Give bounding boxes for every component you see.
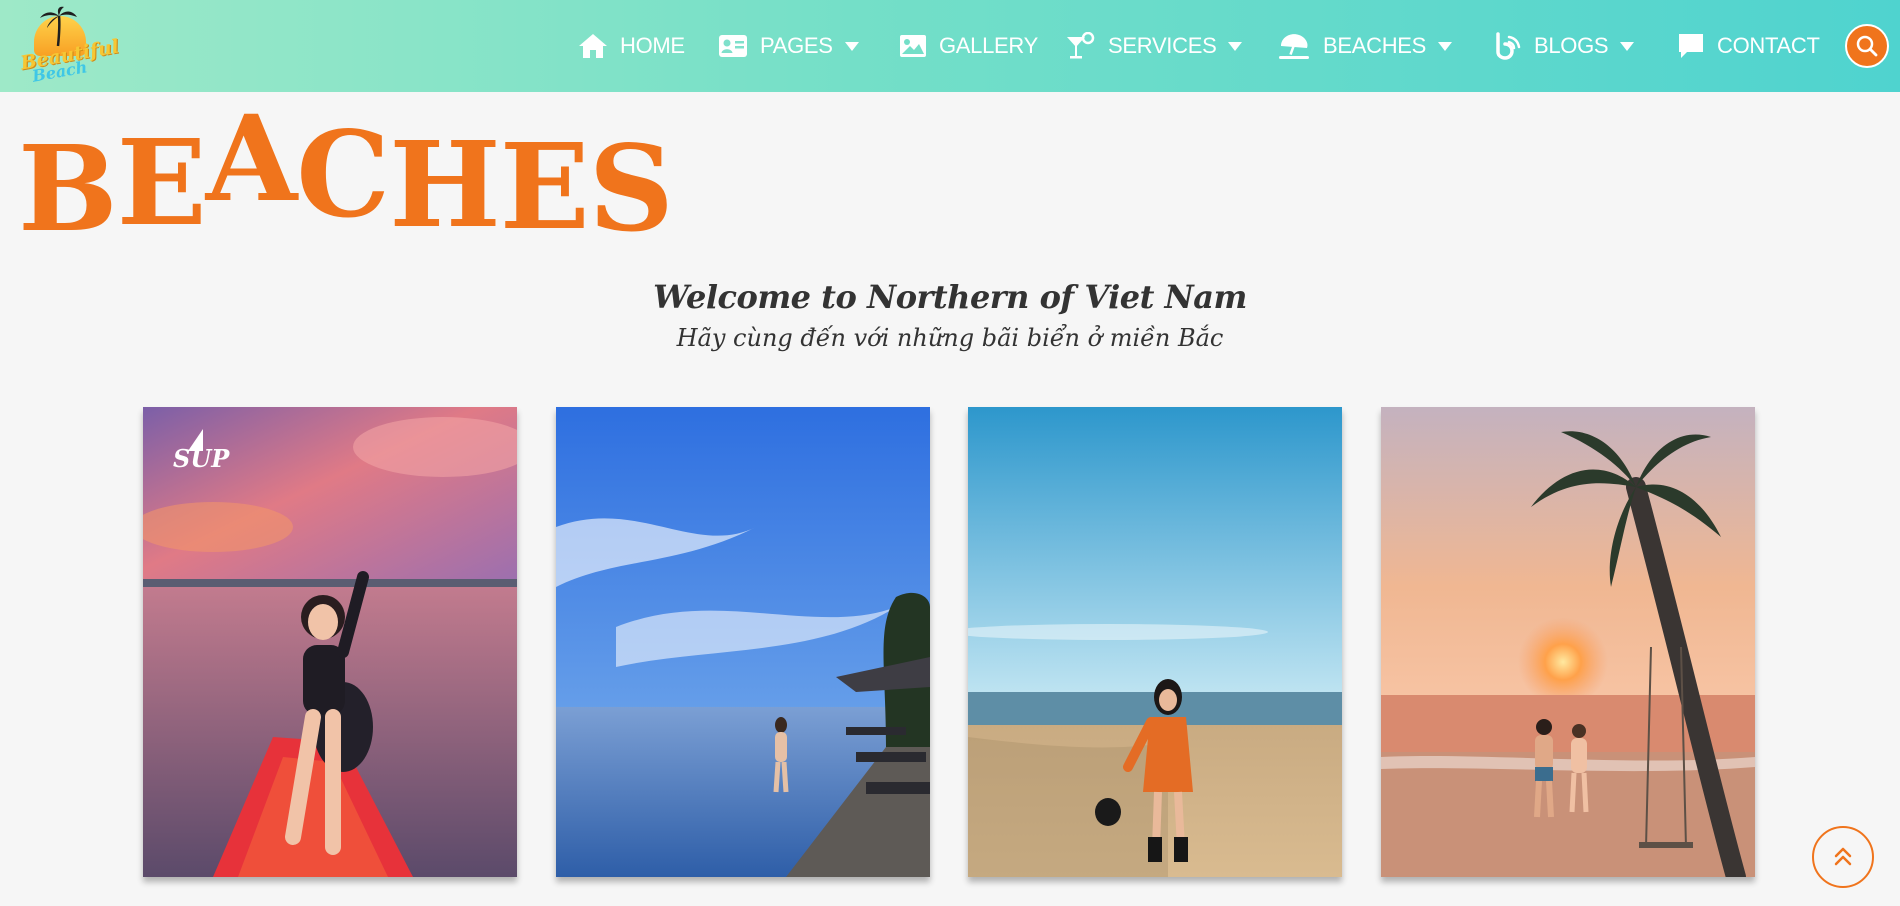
photo-palm-sunset-couple <box>1381 407 1755 877</box>
chat-bubble-icon <box>1677 32 1705 60</box>
welcome-subheading: Hãy cùng đến với những bãi biển ở miền B… <box>676 324 1224 352</box>
beach-card-4[interactable] <box>1381 407 1755 877</box>
search-icon <box>1856 35 1878 57</box>
beach-card-3[interactable] <box>968 407 1342 877</box>
nav-beaches[interactable]: BEACHES <box>1277 0 1453 92</box>
nav-pages[interactable]: PAGES <box>718 0 859 92</box>
nav-home[interactable]: HOME <box>578 0 685 92</box>
page-title-text: BEACHES <box>18 98 673 238</box>
id-card-icon <box>718 34 748 58</box>
nav-beaches-label: BEACHES <box>1323 33 1427 58</box>
nav-services-label: SERVICES <box>1108 33 1217 58</box>
nav-blogs-label: BLOGS <box>1534 33 1609 58</box>
photo-beach-orange-dress <box>968 407 1342 877</box>
nav-gallery-label: GALLERY <box>939 33 1038 58</box>
cocktail-icon <box>1066 32 1096 60</box>
palm-tree-icon <box>40 6 77 47</box>
home-icon <box>578 33 608 59</box>
nav-services[interactable]: SERVICES <box>1066 0 1243 92</box>
nav-home-label: HOME <box>620 33 685 58</box>
navbar: Beautiful Beach HOME PAGES GALLERY SERVI… <box>0 0 1900 92</box>
back-to-top-button[interactable] <box>1812 826 1874 888</box>
nav-gallery[interactable]: GALLERY <box>899 0 1038 92</box>
search-button[interactable] <box>1845 24 1889 68</box>
umbrella-beach-icon <box>1277 32 1311 60</box>
caret-down-icon <box>1620 41 1635 51</box>
photo-sup-sunset: SUP <box>143 407 517 877</box>
nav-contact-label: CONTACT <box>1717 33 1820 58</box>
beach-card-2[interactable] <box>556 407 930 877</box>
photo-infinity-pool <box>556 407 930 877</box>
double-chevron-up-icon <box>1834 847 1852 866</box>
nav-contact[interactable]: CONTACT <box>1677 0 1820 92</box>
blog-icon <box>1494 32 1522 60</box>
nav-pages-label: PAGES <box>760 33 833 58</box>
brand-logo[interactable]: Beautiful Beach <box>18 4 121 86</box>
caret-down-icon <box>1228 41 1243 51</box>
page-title: BEACHES <box>18 98 674 238</box>
welcome-heading: Welcome to Northern of Viet Nam <box>653 278 1247 316</box>
image-icon <box>899 34 927 58</box>
nav-blogs[interactable]: BLOGS <box>1494 0 1635 92</box>
caret-down-icon <box>844 41 859 51</box>
caret-down-icon <box>1438 41 1453 51</box>
beach-card-1[interactable]: SUP <box>143 407 517 877</box>
